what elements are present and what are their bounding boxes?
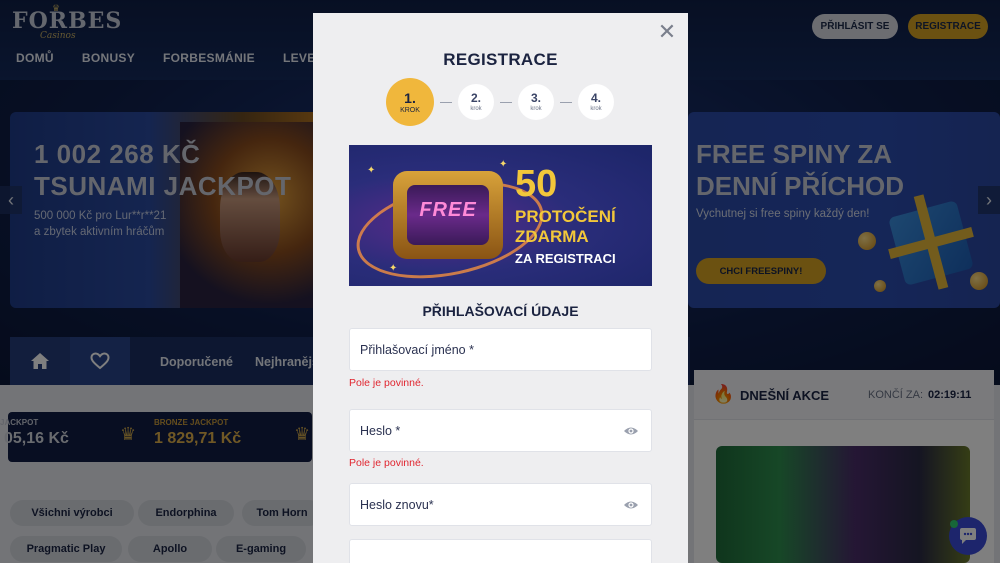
username-field	[349, 328, 652, 371]
password-confirm-input[interactable]	[350, 484, 651, 525]
step-word: krok	[530, 106, 542, 112]
password-confirm-field	[349, 483, 652, 526]
step-3-indicator: 3. krok	[518, 84, 554, 120]
password-input[interactable]	[350, 410, 651, 451]
step-number: 3.	[530, 91, 541, 105]
close-icon[interactable]: ✕	[656, 21, 678, 43]
registration-modal: ✕ REGISTRACE 1. KROK 2. krok 3. krok 4. …	[313, 13, 688, 563]
promo-line-4: ZA REGISTRACI	[515, 251, 616, 266]
modal-title: REGISTRACE	[443, 50, 558, 69]
step-connector	[440, 102, 452, 103]
next-field[interactable]	[349, 539, 652, 563]
show-password-eye-icon[interactable]	[623, 424, 639, 438]
promo-line-3: ZDARMA	[515, 227, 589, 246]
password-field	[349, 409, 652, 452]
show-password-eye-icon[interactable]	[623, 498, 639, 512]
step-4-indicator: 4. krok	[578, 84, 614, 120]
username-error: Pole je povinné.	[349, 377, 424, 389]
step-word: krok	[470, 106, 482, 112]
password-error: Pole je povinné.	[349, 457, 424, 469]
registration-promo-banner: FREE ✦ ✦ ✦ 50 PROTOČENÍ ZDARMA ZA REGIST…	[349, 145, 652, 286]
step-2-indicator: 2. krok	[458, 84, 494, 120]
promo-reel-text: FREE	[419, 199, 477, 221]
step-number: 2.	[470, 91, 481, 105]
promo-line-2: PROTOČENÍ	[515, 207, 616, 226]
step-connector	[560, 102, 572, 103]
step-word: KROK	[400, 106, 420, 114]
sparkle-icon: ✦	[499, 159, 508, 170]
login-details-heading: PŘIHLAŠOVACÍ ÚDAJE	[422, 303, 579, 319]
username-input[interactable]	[350, 329, 651, 370]
promo-number: 50	[515, 163, 558, 205]
step-word: krok	[590, 106, 602, 112]
step-number: 1.	[404, 89, 416, 106]
sparkle-icon: ✦	[367, 165, 376, 176]
step-number: 4.	[590, 91, 601, 105]
sparkle-icon: ✦	[389, 263, 398, 274]
step-connector	[500, 102, 512, 103]
step-1-indicator: 1. KROK	[386, 78, 434, 126]
